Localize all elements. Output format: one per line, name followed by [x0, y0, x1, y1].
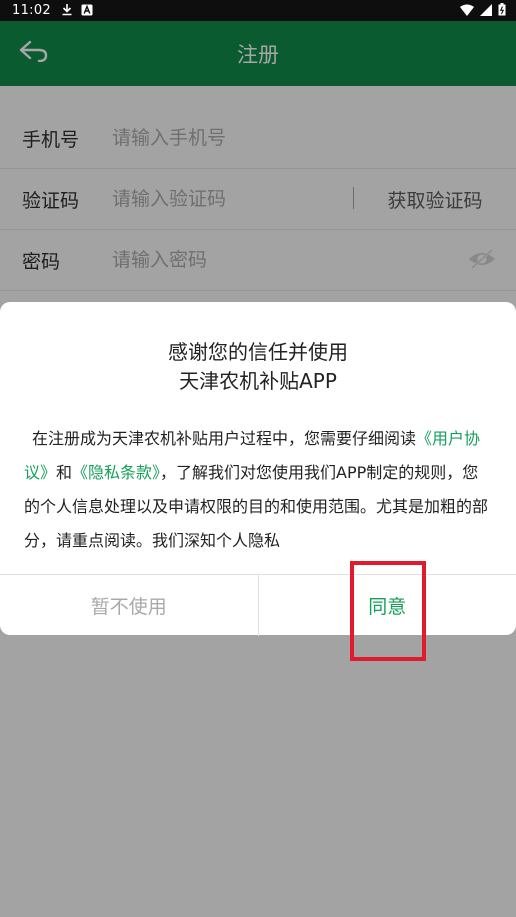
page-title: 注册: [237, 42, 279, 67]
dialog-actions: 暂不使用 同意: [0, 574, 516, 636]
decline-button[interactable]: 暂不使用: [0, 575, 259, 636]
a-badge-icon: [81, 1, 93, 20]
code-input[interactable]: [110, 178, 344, 220]
privacy-policy-link[interactable]: 《隐私条款》: [72, 463, 160, 482]
status-time: 11:02: [12, 3, 51, 18]
back-button[interactable]: [12, 33, 56, 73]
password-label: 密码: [22, 250, 61, 273]
code-label: 验证码: [22, 189, 80, 212]
get-code-button[interactable]: 获取验证码: [370, 186, 500, 213]
signal-icon: [480, 1, 492, 20]
app-bar: 注册: [0, 21, 516, 86]
code-row: 验证码 获取验证码: [0, 169, 516, 230]
highlight-box: [350, 561, 426, 661]
wifi-icon: [460, 1, 474, 20]
body-text-part1: 在注册成为天津农机补贴用户过程中，您需要仔细阅读: [32, 429, 417, 448]
body-text-and: 和: [56, 463, 73, 482]
phone-label: 手机号: [22, 128, 80, 151]
battery-icon: [498, 1, 506, 20]
password-row: 密码: [0, 230, 516, 291]
register-form: 手机号 验证码 获取验证码 密码: [0, 86, 516, 306]
code-divider: [353, 187, 354, 209]
phone-row: 手机号: [0, 108, 516, 169]
status-left-icons: [61, 1, 93, 20]
dialog-title-line2: 天津农机补贴APP: [179, 369, 337, 393]
phone-input[interactable]: [110, 117, 344, 159]
status-bar: 11:02: [0, 0, 516, 21]
back-arrow-icon: [19, 40, 49, 66]
consent-dialog: 感谢您的信任并使用 天津农机补贴APP 在注册成为天津农机补贴用户过程中，您需要…: [0, 302, 516, 636]
status-right-icons: [460, 1, 506, 20]
password-input[interactable]: [110, 239, 344, 281]
dialog-body: 在注册成为天津农机补贴用户过程中，您需要仔细阅读《用户协议》和《隐私条款》，了解…: [24, 422, 494, 560]
eye-hidden-icon[interactable]: [468, 247, 496, 271]
dialog-title: 感谢您的信任并使用 天津农机补贴APP: [0, 338, 516, 396]
dialog-title-line1: 感谢您的信任并使用: [168, 340, 348, 364]
download-icon: [61, 1, 73, 20]
